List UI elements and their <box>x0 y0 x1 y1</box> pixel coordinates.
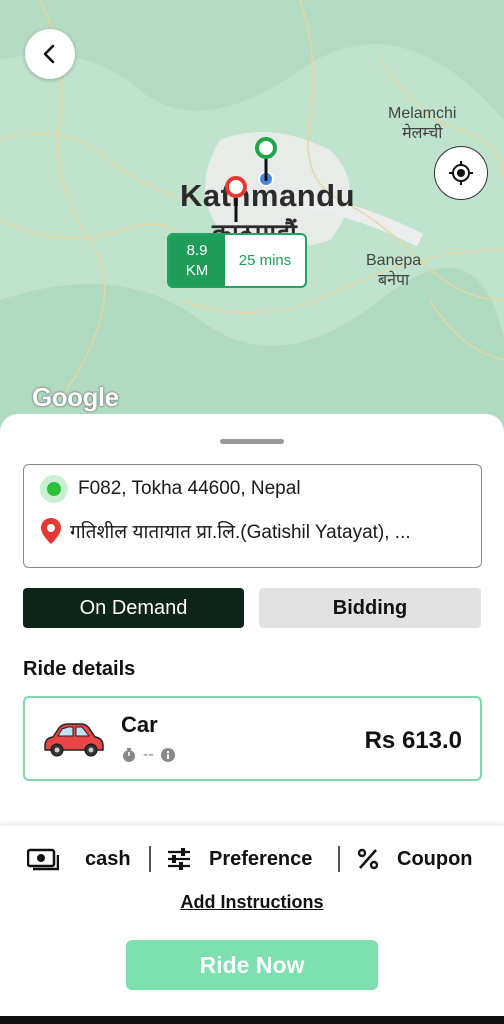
add-instructions-link[interactable]: Add Instructions <box>0 892 504 913</box>
info-icon[interactable] <box>160 747 176 763</box>
ride-options-row: cash Preference Coupon <box>0 842 504 876</box>
car-icon <box>41 720 105 765</box>
percent-icon <box>357 848 379 870</box>
timer-icon <box>123 748 135 762</box>
sliders-icon <box>167 848 191 870</box>
sheet-drag-handle[interactable] <box>220 439 284 444</box>
system-navigation-bar <box>0 1016 504 1024</box>
map-town-label-melamchi: Melamchi मेलम्ची <box>388 105 457 142</box>
route-duration: 25 mins <box>238 252 292 269</box>
ride-now-button[interactable]: Ride Now <box>126 940 378 990</box>
pickup-dot-icon <box>40 475 68 503</box>
vehicle-name: Car <box>121 712 158 737</box>
pickup-address-row[interactable]: F082, Tokha 44600, Nepal <box>40 475 301 503</box>
location-pin-icon <box>40 517 62 545</box>
address-box[interactable]: F082, Tokha 44600, Nepal गतिशील यातायात … <box>23 464 482 568</box>
back-button[interactable] <box>25 29 75 79</box>
recenter-location-button[interactable] <box>434 146 488 200</box>
vehicle-meta: -- <box>121 746 176 764</box>
back-arrow-icon <box>43 44 55 64</box>
coupon-button[interactable]: Coupon <box>357 848 473 871</box>
drop-address-text: गतिशील यातायात प्रा.लि.(Gatishil Yatayat… <box>70 522 411 543</box>
map-town-label-banepa: Banepa बनेपा <box>366 252 422 289</box>
divider <box>149 846 151 872</box>
divider <box>338 846 340 872</box>
map-view[interactable]: Kathmandu काठमाडौं Melamchi मेलम्ची Bane… <box>0 0 504 440</box>
google-logo: Google <box>32 382 119 412</box>
route-distance: 8.9 KM <box>169 235 225 286</box>
crosshair-icon <box>449 161 473 185</box>
ride-booking-sheet: F082, Tokha 44600, Nepal गतिशील यातायात … <box>0 414 504 834</box>
preference-button[interactable]: Preference <box>167 848 312 871</box>
drop-marker-icon <box>224 176 248 227</box>
vehicle-option-car[interactable]: Car -- Rs 613.0 <box>23 696 482 781</box>
pickup-address-text: F082, Tokha 44600, Nepal <box>78 478 301 499</box>
vehicle-price: Rs 613.0 <box>364 727 462 754</box>
pickup-marker-icon <box>254 137 278 186</box>
bottom-action-bar: cash Preference Coupon Add Instructions … <box>0 826 504 1016</box>
tab-on-demand[interactable]: On Demand <box>23 588 244 628</box>
vehicle-eta: -- <box>143 746 154 763</box>
ride-details-title: Ride details <box>23 658 136 680</box>
route-info-chip: 8.9 KM 25 mins <box>167 233 307 288</box>
payment-method-button[interactable]: cash <box>27 847 131 871</box>
cash-icon <box>27 847 59 871</box>
tab-bidding[interactable]: Bidding <box>259 588 481 628</box>
drop-address-row[interactable]: गतिशील यातायात प्रा.लि.(Gatishil Yatayat… <box>40 517 411 545</box>
